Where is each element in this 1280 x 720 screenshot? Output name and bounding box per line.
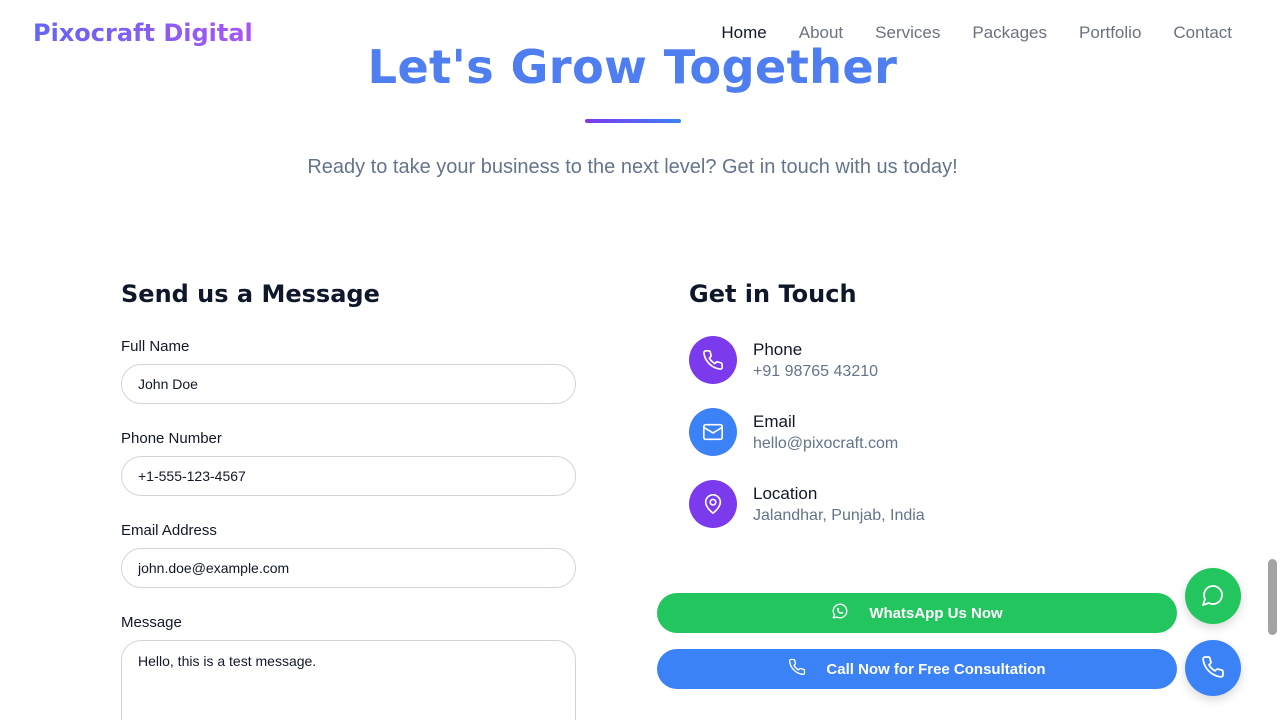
phone-icon [689, 336, 737, 384]
contact-item-email: Email hello@pixocraft.com [689, 408, 898, 456]
whatsapp-button-label: WhatsApp Us Now [869, 604, 1003, 622]
form-title: Send us a Message [121, 280, 380, 308]
call-button[interactable]: Call Now for Free Consultation [657, 649, 1177, 689]
phone-label: Phone Number [121, 430, 222, 447]
nav-link-services[interactable]: Services [875, 23, 940, 43]
scrollbar-track[interactable] [1265, 0, 1280, 720]
message-label: Message [121, 614, 182, 631]
nav-link-portfolio[interactable]: Portfolio [1079, 23, 1141, 43]
phone-icon [788, 658, 806, 680]
nav-link-packages[interactable]: Packages [972, 23, 1047, 43]
message-textarea[interactable]: Hello, this is a test message. [121, 640, 576, 720]
chat-bubble-icon [1201, 583, 1225, 610]
nav-link-contact[interactable]: Contact [1173, 23, 1232, 43]
phone-icon [1201, 655, 1225, 682]
nav-link-about[interactable]: About [799, 23, 843, 43]
contact-location-value: Jalandhar, Punjab, India [753, 506, 925, 524]
map-pin-icon [689, 480, 737, 528]
hero-divider [585, 119, 681, 123]
contact-phone-value[interactable]: +91 98765 43210 [753, 363, 878, 381]
call-button-label: Call Now for Free Consultation [826, 660, 1046, 678]
contact-email-value[interactable]: hello@pixocraft.com [753, 435, 898, 453]
call-fab[interactable] [1185, 640, 1241, 696]
scrollbar-thumb[interactable] [1268, 559, 1277, 635]
nav-link-home[interactable]: Home [721, 23, 766, 43]
contact-title: Get in Touch [689, 280, 857, 308]
full-name-label: Full Name [121, 338, 190, 355]
full-name-input[interactable] [121, 364, 576, 404]
nav-links: Home About Services Packages Portfolio C… [721, 23, 1232, 43]
contact-item-location: Location Jalandhar, Punjab, India [689, 480, 925, 528]
email-label: Email Address [121, 522, 217, 539]
hero-subtitle: Ready to take your business to the next … [307, 156, 958, 178]
mail-icon [689, 408, 737, 456]
contact-email-label: Email [753, 411, 796, 431]
whatsapp-button[interactable]: WhatsApp Us Now [657, 593, 1177, 633]
whatsapp-icon [831, 602, 849, 624]
email-input[interactable] [121, 548, 576, 588]
contact-location-label: Location [753, 483, 818, 503]
contact-phone-label: Phone [753, 339, 803, 359]
phone-input[interactable] [121, 456, 576, 496]
contact-item-phone: Phone +91 98765 43210 [689, 336, 878, 384]
brand-logo[interactable]: Pixocraft Digital [33, 19, 253, 47]
navbar: Pixocraft Digital Home About Services Pa… [0, 0, 1265, 66]
whatsapp-fab[interactable] [1185, 568, 1241, 624]
